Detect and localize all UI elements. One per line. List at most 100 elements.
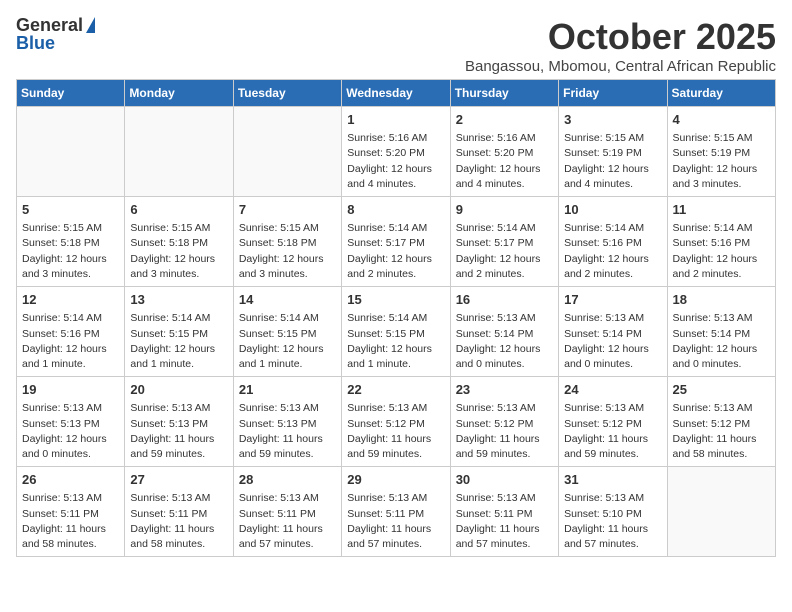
day-info: Sunrise: 5:14 AM Sunset: 5:16 PM Dayligh… bbox=[673, 221, 770, 282]
calendar-week-row: 12 Sunrise: 5:14 AM Sunset: 5:16 PM Dayli… bbox=[17, 287, 776, 377]
day-number: 24 bbox=[564, 381, 661, 399]
logo: General Blue bbox=[16, 16, 95, 52]
weekday-header-monday: Monday bbox=[125, 80, 233, 107]
calendar-day-21: 21Sunrise: 5:13 AM Sunset: 5:13 PM Dayli… bbox=[233, 377, 341, 467]
day-info: Sunrise: 5:13 AM Sunset: 5:11 PM Dayligh… bbox=[22, 491, 119, 552]
day-info: Sunrise: 5:14 AM Sunset: 5:17 PM Dayligh… bbox=[456, 221, 553, 282]
day-info: Sunrise: 5:14 AM Sunset: 5:15 PM Dayligh… bbox=[239, 311, 336, 372]
calendar-day-11: 11 Sunrise: 5:14 AM Sunset: 5:16 PM Dayli… bbox=[667, 197, 775, 287]
day-number: 4 bbox=[673, 111, 770, 129]
day-info: Sunrise: 5:13 AM Sunset: 5:10 PM Dayligh… bbox=[564, 491, 661, 552]
day-info: Sunrise: 5:13 AM Sunset: 5:12 PM Dayligh… bbox=[564, 401, 661, 462]
day-number: 9 bbox=[456, 201, 553, 219]
calendar-week-row: 1 Sunrise: 5:16 AM Sunset: 5:20 PM Daylig… bbox=[17, 107, 776, 197]
weekday-header-friday: Friday bbox=[559, 80, 667, 107]
weekday-header-wednesday: Wednesday bbox=[342, 80, 450, 107]
day-info: Sunrise: 5:13 AM Sunset: 5:11 PM Dayligh… bbox=[239, 491, 336, 552]
day-info: Sunrise: 5:13 AM Sunset: 5:12 PM Dayligh… bbox=[456, 401, 553, 462]
calendar-day-27: 27 Sunrise: 5:13 AM Sunset: 5:11 PM Dayli… bbox=[125, 467, 233, 557]
day-number: 31 bbox=[564, 471, 661, 489]
calendar-day-29: 29 Sunrise: 5:13 AM Sunset: 5:11 PM Dayli… bbox=[342, 467, 450, 557]
day-info: Sunrise: 5:15 AM Sunset: 5:18 PM Dayligh… bbox=[239, 221, 336, 282]
calendar-day-7: 7 Sunrise: 5:15 AM Sunset: 5:18 PM Daylig… bbox=[233, 197, 341, 287]
title-area: October 2025 Bangassou, Mbomou, Central … bbox=[465, 16, 776, 75]
logo-icon bbox=[86, 17, 95, 33]
day-info: Sunrise: 5:15 AM Sunset: 5:19 PM Dayligh… bbox=[564, 131, 661, 192]
day-number: 8 bbox=[347, 201, 444, 219]
day-number: 29 bbox=[347, 471, 444, 489]
header: General Blue October 2025 Bangassou, Mbo… bbox=[16, 16, 776, 75]
calendar-week-row: 19Sunrise: 5:13 AM Sunset: 5:13 PM Dayli… bbox=[17, 377, 776, 467]
calendar-day-12: 12 Sunrise: 5:14 AM Sunset: 5:16 PM Dayli… bbox=[17, 287, 125, 377]
calendar-day-empty bbox=[17, 107, 125, 197]
day-info: Sunrise: 5:13 AM Sunset: 5:13 PM Dayligh… bbox=[130, 401, 227, 462]
day-number: 14 bbox=[239, 291, 336, 309]
day-info: Sunrise: 5:13 AM Sunset: 5:12 PM Dayligh… bbox=[347, 401, 444, 462]
location-subtitle: Bangassou, Mbomou, Central African Repub… bbox=[465, 58, 776, 75]
calendar-day-28: 28 Sunrise: 5:13 AM Sunset: 5:11 PM Dayli… bbox=[233, 467, 341, 557]
calendar-day-empty bbox=[125, 107, 233, 197]
day-info: Sunrise: 5:14 AM Sunset: 5:16 PM Dayligh… bbox=[564, 221, 661, 282]
day-info: Sunrise: 5:15 AM Sunset: 5:19 PM Dayligh… bbox=[673, 131, 770, 192]
day-number: 1 bbox=[347, 111, 444, 129]
day-number: 28 bbox=[239, 471, 336, 489]
day-number: 3 bbox=[564, 111, 661, 129]
weekday-header-sunday: Sunday bbox=[17, 80, 125, 107]
calendar-day-empty bbox=[667, 467, 775, 557]
day-info: Sunrise: 5:13 AM Sunset: 5:11 PM Dayligh… bbox=[130, 491, 227, 552]
calendar-day-17: 17Sunrise: 5:13 AM Sunset: 5:14 PM Dayli… bbox=[559, 287, 667, 377]
day-info: Sunrise: 5:15 AM Sunset: 5:18 PM Dayligh… bbox=[22, 221, 119, 282]
day-info: Sunrise: 5:13 AM Sunset: 5:14 PM Dayligh… bbox=[673, 311, 770, 372]
calendar-day-24: 24 Sunrise: 5:13 AM Sunset: 5:12 PM Dayli… bbox=[559, 377, 667, 467]
calendar-day-22: 22 Sunrise: 5:13 AM Sunset: 5:12 PM Dayli… bbox=[342, 377, 450, 467]
day-info: Sunrise: 5:16 AM Sunset: 5:20 PM Dayligh… bbox=[347, 131, 444, 192]
day-info: Sunrise: 5:14 AM Sunset: 5:17 PM Dayligh… bbox=[347, 221, 444, 282]
day-info: Sunrise: 5:13 AM Sunset: 5:11 PM Dayligh… bbox=[456, 491, 553, 552]
day-info: Sunrise: 5:14 AM Sunset: 5:15 PM Dayligh… bbox=[347, 311, 444, 372]
day-number: 12 bbox=[22, 291, 119, 309]
day-info: Sunrise: 5:16 AM Sunset: 5:20 PM Dayligh… bbox=[456, 131, 553, 192]
day-info: Sunrise: 5:13 AM Sunset: 5:13 PM Dayligh… bbox=[22, 401, 119, 462]
day-info: Sunrise: 5:14 AM Sunset: 5:16 PM Dayligh… bbox=[22, 311, 119, 372]
weekday-header-tuesday: Tuesday bbox=[233, 80, 341, 107]
month-year-title: October 2025 bbox=[465, 16, 776, 58]
logo-blue-text: Blue bbox=[16, 34, 55, 52]
day-number: 20 bbox=[130, 381, 227, 399]
calendar-day-10: 10 Sunrise: 5:14 AM Sunset: 5:16 PM Dayli… bbox=[559, 197, 667, 287]
calendar-day-26: 26Sunrise: 5:13 AM Sunset: 5:11 PM Dayli… bbox=[17, 467, 125, 557]
weekday-header-thursday: Thursday bbox=[450, 80, 558, 107]
calendar-day-15: 15 Sunrise: 5:14 AM Sunset: 5:15 PM Dayli… bbox=[342, 287, 450, 377]
day-number: 15 bbox=[347, 291, 444, 309]
day-info: Sunrise: 5:13 AM Sunset: 5:14 PM Dayligh… bbox=[564, 311, 661, 372]
day-number: 27 bbox=[130, 471, 227, 489]
day-number: 21 bbox=[239, 381, 336, 399]
day-info: Sunrise: 5:13 AM Sunset: 5:12 PM Dayligh… bbox=[673, 401, 770, 462]
logo-general-text: General bbox=[16, 16, 83, 34]
calendar-week-row: 5Sunrise: 5:15 AM Sunset: 5:18 PM Daylig… bbox=[17, 197, 776, 287]
calendar-day-18: 18Sunrise: 5:13 AM Sunset: 5:14 PM Dayli… bbox=[667, 287, 775, 377]
day-number: 22 bbox=[347, 381, 444, 399]
day-number: 6 bbox=[130, 201, 227, 219]
calendar-day-8: 8 Sunrise: 5:14 AM Sunset: 5:17 PM Daylig… bbox=[342, 197, 450, 287]
calendar-day-6: 6 Sunrise: 5:15 AM Sunset: 5:18 PM Daylig… bbox=[125, 197, 233, 287]
calendar-day-13: 13Sunrise: 5:14 AM Sunset: 5:15 PM Dayli… bbox=[125, 287, 233, 377]
calendar-day-16: 16Sunrise: 5:13 AM Sunset: 5:14 PM Dayli… bbox=[450, 287, 558, 377]
calendar-day-14: 14 Sunrise: 5:14 AM Sunset: 5:15 PM Dayli… bbox=[233, 287, 341, 377]
calendar-day-1: 1 Sunrise: 5:16 AM Sunset: 5:20 PM Daylig… bbox=[342, 107, 450, 197]
day-number: 7 bbox=[239, 201, 336, 219]
calendar-day-4: 4 Sunrise: 5:15 AM Sunset: 5:19 PM Daylig… bbox=[667, 107, 775, 197]
weekday-header-row: SundayMondayTuesdayWednesdayThursdayFrid… bbox=[17, 80, 776, 107]
calendar-day-2: 2Sunrise: 5:16 AM Sunset: 5:20 PM Daylig… bbox=[450, 107, 558, 197]
calendar-day-3: 3 Sunrise: 5:15 AM Sunset: 5:19 PM Daylig… bbox=[559, 107, 667, 197]
calendar-day-23: 23Sunrise: 5:13 AM Sunset: 5:12 PM Dayli… bbox=[450, 377, 558, 467]
day-info: Sunrise: 5:15 AM Sunset: 5:18 PM Dayligh… bbox=[130, 221, 227, 282]
calendar-week-row: 26Sunrise: 5:13 AM Sunset: 5:11 PM Dayli… bbox=[17, 467, 776, 557]
calendar-day-30: 30 Sunrise: 5:13 AM Sunset: 5:11 PM Dayli… bbox=[450, 467, 558, 557]
day-number: 11 bbox=[673, 201, 770, 219]
weekday-header-saturday: Saturday bbox=[667, 80, 775, 107]
day-number: 25 bbox=[673, 381, 770, 399]
day-number: 30 bbox=[456, 471, 553, 489]
day-number: 10 bbox=[564, 201, 661, 219]
calendar-day-9: 9 Sunrise: 5:14 AM Sunset: 5:17 PM Daylig… bbox=[450, 197, 558, 287]
day-info: Sunrise: 5:13 AM Sunset: 5:11 PM Dayligh… bbox=[347, 491, 444, 552]
